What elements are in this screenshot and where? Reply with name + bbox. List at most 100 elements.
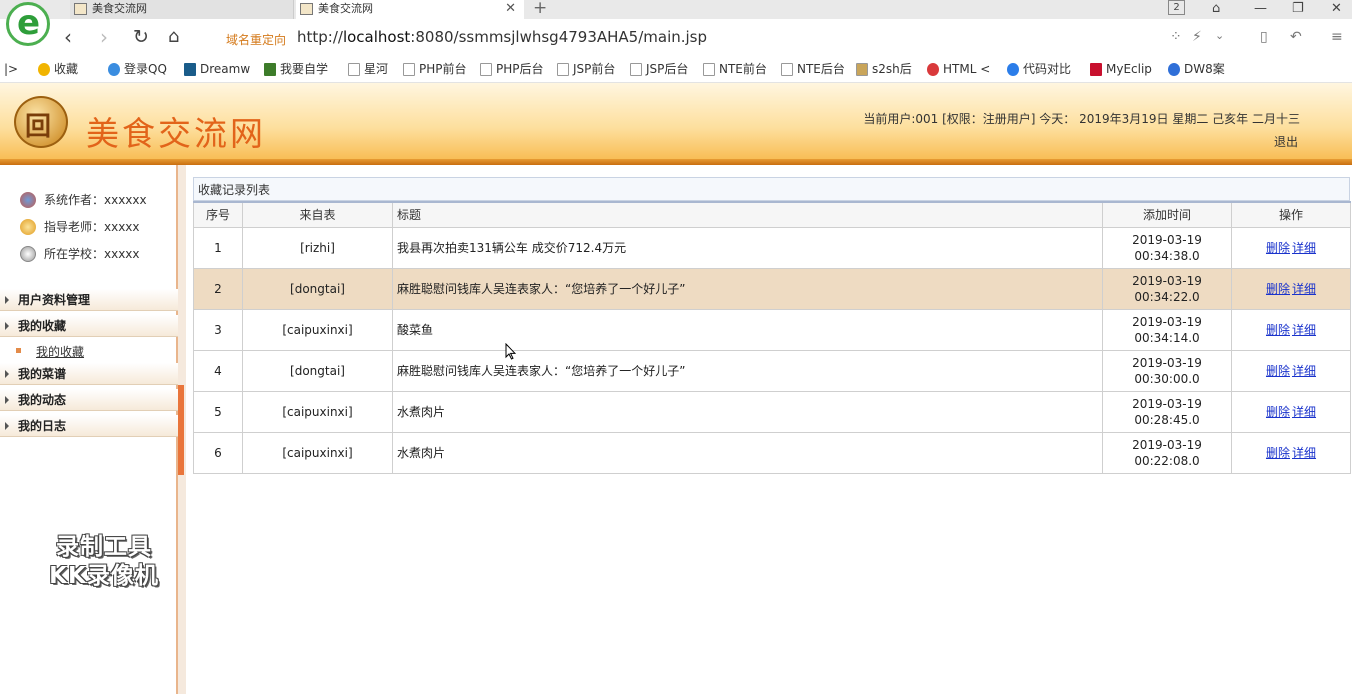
cell-index: 3: [193, 308, 243, 351]
cell-actions: 删除 详细: [1231, 267, 1351, 310]
tab-count-badge[interactable]: 2: [1168, 0, 1185, 15]
table-row: 2 [dongtai] 麻胜聪慰问钱库人吴连表家人：“您培养了一个好儿子” 2019-…: [193, 267, 1351, 310]
cell-index: 1: [193, 226, 243, 269]
delete-link[interactable]: 删除: [1266, 323, 1290, 337]
browser-tab-1[interactable]: 美食交流网: [70, 0, 294, 19]
menu-my-recipes[interactable]: 我的菜谱: [0, 363, 178, 385]
bookmark-item[interactable]: 我要自学: [264, 62, 328, 78]
cell-actions: 删除 详细: [1231, 349, 1351, 392]
forward-icon[interactable]: ›: [100, 25, 108, 49]
bookmark-item[interactable]: JSP前台: [557, 62, 615, 78]
bookmark-icon[interactable]: ▯: [1260, 29, 1268, 45]
logout-link[interactable]: 退出: [1274, 133, 1298, 150]
added-date: 2019-03-19: [1132, 314, 1202, 329]
cell-title: 水煮肉片: [392, 431, 1103, 474]
pin-icon[interactable]: ⌂: [1212, 0, 1220, 19]
bookmark-item[interactable]: NTE前台: [703, 62, 767, 78]
compare-icon: [1007, 63, 1019, 76]
star-icon: [38, 63, 50, 76]
cell-title: 酸菜鱼: [392, 308, 1103, 351]
bookmark-item[interactable]: 收藏: [38, 62, 78, 78]
arrow-right-icon: [5, 396, 9, 404]
page-favicon-icon: [300, 3, 313, 15]
bookmark-item[interactable]: 登录QQ: [108, 62, 167, 78]
myeclipse-icon: [1090, 63, 1102, 76]
back-icon[interactable]: ‹: [64, 25, 72, 49]
cell-title: 水煮肉片: [392, 390, 1103, 433]
arrow-right-icon: [5, 370, 9, 378]
delete-link[interactable]: 删除: [1266, 282, 1290, 296]
lightning-icon[interactable]: ⚡: [1192, 29, 1202, 45]
added-clock: 00:30:00.0: [1134, 371, 1200, 386]
tab-label: 美食交流网: [318, 2, 373, 15]
bookmark-item[interactable]: NTE后台: [781, 62, 845, 78]
new-tab-icon[interactable]: +: [533, 0, 547, 18]
arrow-right-icon: [5, 322, 9, 330]
cell-added-time: 2019-03-19 00:34:14.0: [1102, 308, 1232, 351]
added-date: 2019-03-19: [1132, 355, 1202, 370]
image-icon: [856, 63, 868, 76]
detail-link[interactable]: 详细: [1292, 282, 1316, 296]
browser-logo-icon[interactable]: e: [6, 2, 50, 46]
address-bar[interactable]: http://localhost:8080/ssmmsjlwhsg4793AHA…: [297, 28, 707, 46]
menu-user-profile[interactable]: 用户资料管理: [0, 289, 178, 311]
collapse-handle[interactable]: [178, 385, 184, 475]
user-info: 当前用户:001 [权限：注册用户] 今天： 2019年3月19日 星期二 己亥…: [863, 112, 1300, 126]
bookmark-item[interactable]: JSP后台: [630, 62, 688, 78]
delete-link[interactable]: 删除: [1266, 446, 1290, 460]
bookmarks-toggle-icon[interactable]: |>: [4, 62, 18, 78]
added-clock: 00:28:45.0: [1134, 412, 1200, 427]
close-tab-icon[interactable]: ✕: [505, 0, 516, 17]
detail-link[interactable]: 详细: [1292, 405, 1316, 419]
cell-title: 我县再次拍卖131辆公车 成交价712.4万元: [392, 226, 1103, 269]
cell-source-table: [dongtai]: [242, 267, 393, 310]
cell-added-time: 2019-03-19 00:22:08.0: [1102, 431, 1232, 474]
menu-my-favorites[interactable]: 我的收藏: [0, 315, 178, 337]
detail-link[interactable]: 详细: [1292, 364, 1316, 378]
qq-icon: [108, 63, 120, 76]
cell-actions: 删除 详细: [1231, 308, 1351, 351]
bookmark-item[interactable]: Dreamw: [184, 62, 250, 78]
bookmark-item[interactable]: PHP前台: [403, 62, 467, 78]
menu-my-posts[interactable]: 我的动态: [0, 389, 178, 411]
menu-icon[interactable]: ≡: [1331, 29, 1343, 45]
grid-icon[interactable]: ⁘: [1170, 29, 1182, 45]
cell-added-time: 2019-03-19 00:30:00.0: [1102, 349, 1232, 392]
bullet-icon: [16, 348, 21, 353]
delete-link[interactable]: 删除: [1266, 364, 1290, 378]
restore-icon[interactable]: ❐: [1292, 0, 1304, 19]
bookmark-item[interactable]: PHP后台: [480, 62, 544, 78]
delete-link[interactable]: 删除: [1266, 405, 1290, 419]
page-icon: [703, 63, 715, 76]
bookmark-item[interactable]: DW8案: [1168, 62, 1225, 78]
bookmark-item[interactable]: 星河: [348, 62, 388, 78]
bookmarks-bar: |> 收藏 登录QQ Dreamw 我要自学 星河 PHP前台 PHP后台 JS…: [0, 57, 1352, 83]
chevron-down-icon[interactable]: ⌄: [1215, 29, 1224, 42]
delete-link[interactable]: 删除: [1266, 241, 1290, 255]
browser-tab-2[interactable]: 美食交流网 ✕: [296, 0, 524, 19]
url-prefix: http://: [297, 28, 343, 46]
menu-my-diary[interactable]: 我的日志: [0, 415, 178, 437]
detail-link[interactable]: 详细: [1292, 323, 1316, 337]
sidebar-splitter[interactable]: [178, 165, 186, 694]
bookmark-item[interactable]: 代码对比: [1007, 62, 1071, 78]
bookmark-item[interactable]: HTML <: [927, 62, 990, 78]
added-clock: 00:22:08.0: [1134, 453, 1200, 468]
page-icon: [480, 63, 492, 76]
submenu-my-favorites[interactable]: 我的收藏: [16, 343, 84, 360]
clock-icon: [20, 246, 36, 262]
home-icon[interactable]: ⌂: [168, 25, 179, 49]
minimize-icon[interactable]: —: [1254, 0, 1267, 19]
cell-title: 麻胜聪慰问钱库人吴连表家人：“您培养了一个好儿子”: [392, 349, 1103, 392]
bookmark-item[interactable]: MyEclip: [1090, 62, 1152, 78]
close-window-icon[interactable]: ✕: [1331, 0, 1342, 19]
added-date: 2019-03-19: [1132, 232, 1202, 247]
detail-link[interactable]: 详细: [1292, 241, 1316, 255]
cell-added-time: 2019-03-19 00:28:45.0: [1102, 390, 1232, 433]
reload-icon[interactable]: ↻: [133, 25, 149, 49]
table-row: 1 [rizhi] 我县再次拍卖131辆公车 成交价712.4万元 2019-03-1…: [193, 226, 1351, 269]
bookmark-item[interactable]: s2sh后: [856, 62, 912, 78]
cell-added-time: 2019-03-19 00:34:22.0: [1102, 267, 1232, 310]
undo-icon[interactable]: ↶: [1290, 29, 1302, 45]
detail-link[interactable]: 详细: [1292, 446, 1316, 460]
